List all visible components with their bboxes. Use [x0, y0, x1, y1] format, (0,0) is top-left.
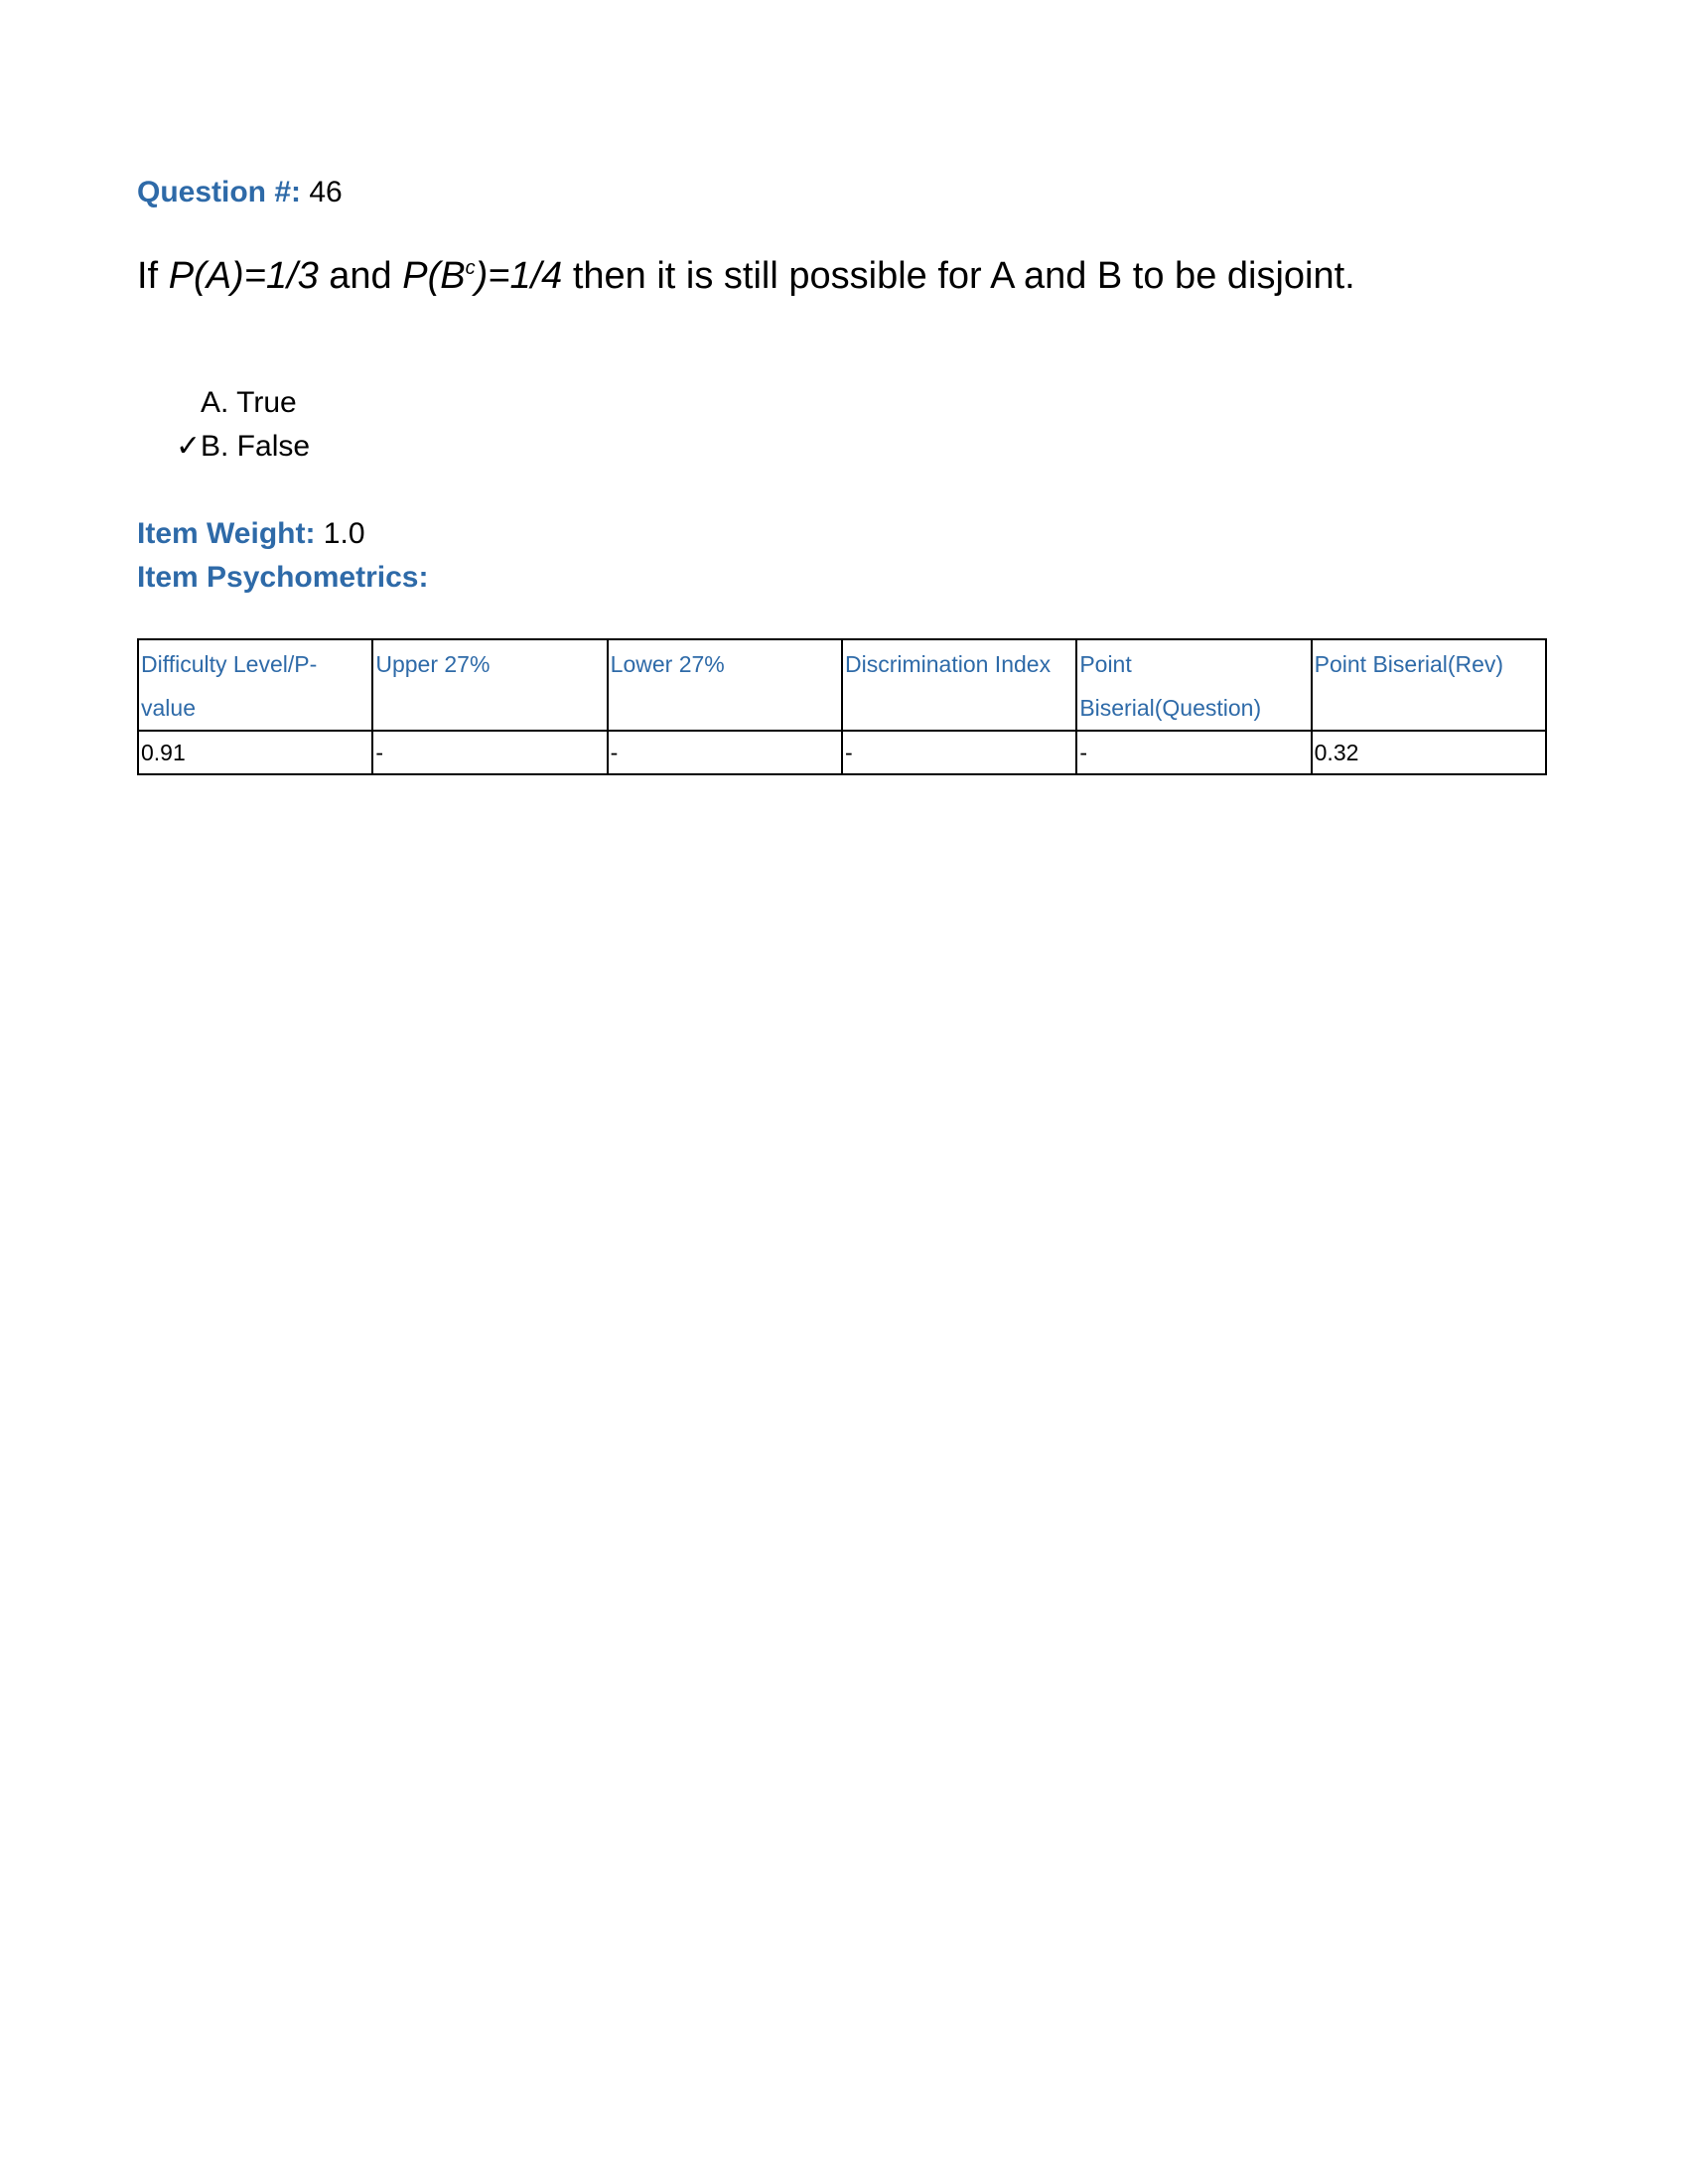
header-difficulty: Difficulty Level/P-value	[136, 638, 374, 732]
stem-text-2: and	[318, 255, 403, 297]
question-number-value: 46	[309, 176, 343, 208]
value-point-biserial-rev: 0.32	[1310, 730, 1548, 775]
stem-expression-2-pre: P(B	[402, 255, 466, 297]
item-psychometrics-label: Item Psychometrics:	[137, 561, 429, 594]
table-row: 0.91 - - - - 0.32	[136, 730, 1548, 775]
value-discrimination-index: -	[840, 730, 1078, 775]
header-upper-27: Upper 27%	[371, 638, 609, 732]
header-lower-27: Lower 27%	[606, 638, 843, 732]
item-weight-value: 1.0	[323, 517, 365, 550]
header-discrimination-index: Discrimination Index	[840, 638, 1078, 732]
item-psychometrics: Item Psychometrics:	[137, 556, 428, 600]
table-header-row: Difficulty Level/P-value Upper 27% Lower…	[136, 638, 1548, 732]
stem-expression-2-post: )=1/4	[475, 255, 563, 297]
value-point-biserial-question: -	[1075, 730, 1313, 775]
value-difficulty: 0.91	[136, 730, 374, 775]
stem-text-1: If	[137, 255, 169, 297]
header-point-biserial-rev: Point Biserial(Rev)	[1310, 638, 1548, 732]
value-upper-27: -	[371, 730, 609, 775]
answer-option-label: A. True	[201, 386, 297, 419]
question-number-label: Question #:	[137, 176, 302, 208]
item-weight-label: Item Weight:	[137, 517, 316, 550]
header-point-biserial-question: Point Biserial(Question)	[1075, 638, 1313, 732]
psychometrics-table: Difficulty Level/P-value Upper 27% Lower…	[136, 638, 1548, 775]
stem-text-3: then it is still possible for A and B to…	[562, 255, 1355, 297]
answer-option-label: B. False	[201, 430, 311, 463]
stem-expression-2-sup: c	[465, 257, 476, 279]
stem-expression-1: P(A)=1/3	[168, 255, 319, 297]
question-number: Question #: 46	[137, 173, 343, 212]
question-stem: If P(A)=1/3 and P(Bc)=1/4 then it is sti…	[137, 250, 1355, 302]
value-lower-27: -	[606, 730, 843, 775]
item-weight: Item Weight: 1.0	[137, 512, 365, 556]
stem-expression-2: P(Bc)=1/4	[402, 255, 562, 297]
correct-check-icon: ✓	[176, 430, 202, 463]
